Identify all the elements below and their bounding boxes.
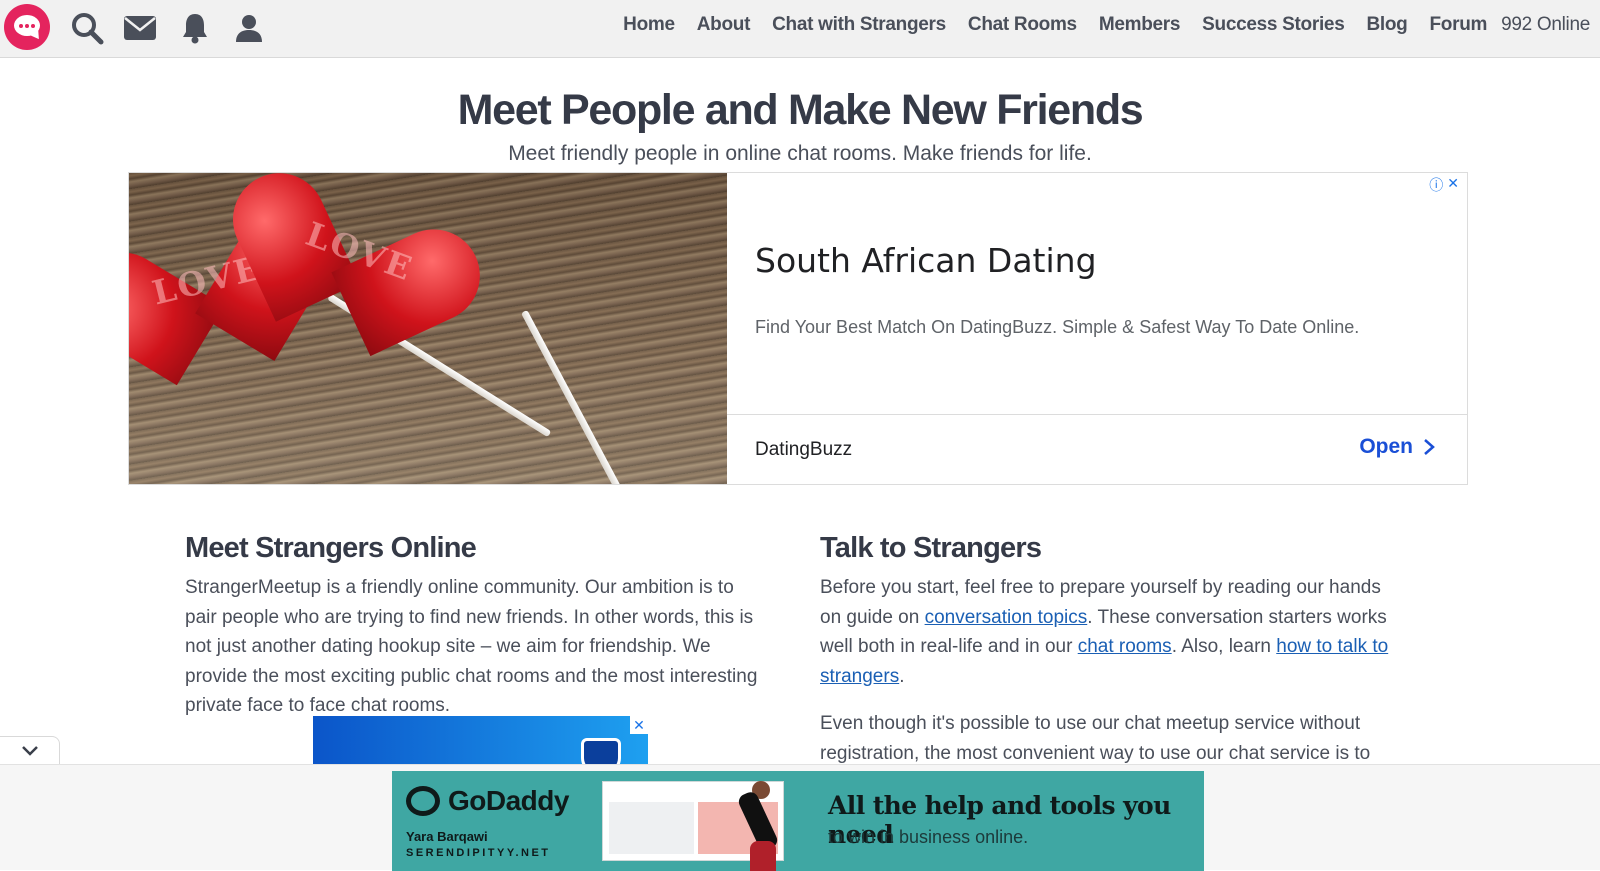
nav-home[interactable]: Home (623, 14, 675, 36)
chat-logo-icon[interactable] (4, 4, 50, 50)
ad-footer: DatingBuzz Open (727, 414, 1467, 484)
section-body: StrangerMeetup is a friendly online comm… (185, 577, 758, 716)
section-title: Meet Strangers Online (185, 532, 477, 564)
ad-open-label: Open (1359, 435, 1413, 458)
meet-strangers-section: Meet Strangers Online StrangerMeetup is … (185, 532, 765, 721)
godaddy-ad[interactable]: GoDaddy Yara Barqawi SERENDIPITYY.NET Al… (392, 771, 1204, 871)
ad-subline: to win in business online. (828, 827, 1029, 847)
top-bar: Home About Chat with Strangers Chat Room… (0, 0, 1600, 58)
page-title: Meet People and Make New Friends (457, 86, 1144, 134)
godaddy-logo: GoDaddy (406, 785, 569, 817)
page-subtitle: Meet friendly people in online chat room… (508, 142, 1092, 165)
ad-person-name: Yara Barqawi (406, 829, 488, 844)
section-body: Before you start, feel free to prepare y… (820, 577, 1389, 687)
godaddy-logo-icon (406, 786, 440, 816)
ad-brand: DatingBuzz (755, 439, 853, 460)
bank-shield-icon (581, 738, 621, 766)
online-count: 992 Online (1501, 14, 1590, 35)
bell-icon[interactable] (176, 9, 214, 47)
collapse-ad-button[interactable] (0, 736, 60, 766)
section-title: Talk to Strangers (820, 532, 1042, 564)
mail-icon[interactable] (121, 9, 159, 47)
chat-rooms-link[interactable]: chat rooms (1078, 636, 1172, 657)
nav-chat-with-strangers[interactable]: Chat with Strangers (772, 14, 946, 36)
nav-members[interactable]: Members (1099, 14, 1181, 36)
section-body-2: Even though it's possible to use our cha… (820, 713, 1371, 764)
nav-chat-rooms[interactable]: Chat Rooms (968, 14, 1077, 36)
main-nav: Home About Chat with Strangers Chat Room… (623, 0, 1590, 50)
ad-description: Find Your Best Match On DatingBuzz. Simp… (755, 317, 1360, 337)
ad-info-icon[interactable]: ⓘ (1429, 175, 1443, 195)
ad-open-button[interactable]: Open (1359, 435, 1435, 459)
nav-about[interactable]: About (697, 14, 751, 36)
conversation-topics-link[interactable]: conversation topics (925, 607, 1088, 628)
close-icon[interactable]: ✕ (630, 716, 648, 734)
ad-site-name: SERENDIPITYY.NET (406, 847, 551, 859)
nav-forum[interactable]: Forum (1429, 14, 1487, 36)
ad-close-icon[interactable]: ✕ (1447, 175, 1459, 195)
ad-controls: ⓘ ✕ (1429, 175, 1459, 195)
search-icon[interactable] (68, 9, 106, 47)
chevron-down-icon (21, 746, 38, 756)
ad-headline[interactable]: South African Dating (755, 241, 1097, 280)
chevron-right-icon (1424, 439, 1435, 455)
nav-blog[interactable]: Blog (1366, 14, 1407, 36)
dating-ad[interactable]: LOVE LOVE ⓘ ✕ South African Dating Find … (128, 172, 1468, 485)
bottom-ad-bar: GoDaddy Yara Barqawi SERENDIPITYY.NET Al… (0, 764, 1600, 871)
yoga-person-image (712, 781, 802, 871)
ad-image-lollipops: LOVE LOVE (129, 173, 727, 484)
user-icon[interactable] (230, 9, 268, 47)
nav-success-stories[interactable]: Success Stories (1202, 14, 1345, 36)
inline-banner-ad[interactable]: ✕ (313, 716, 648, 766)
talk-to-strangers-section: Talk to Strangers Before you start, feel… (820, 532, 1400, 768)
